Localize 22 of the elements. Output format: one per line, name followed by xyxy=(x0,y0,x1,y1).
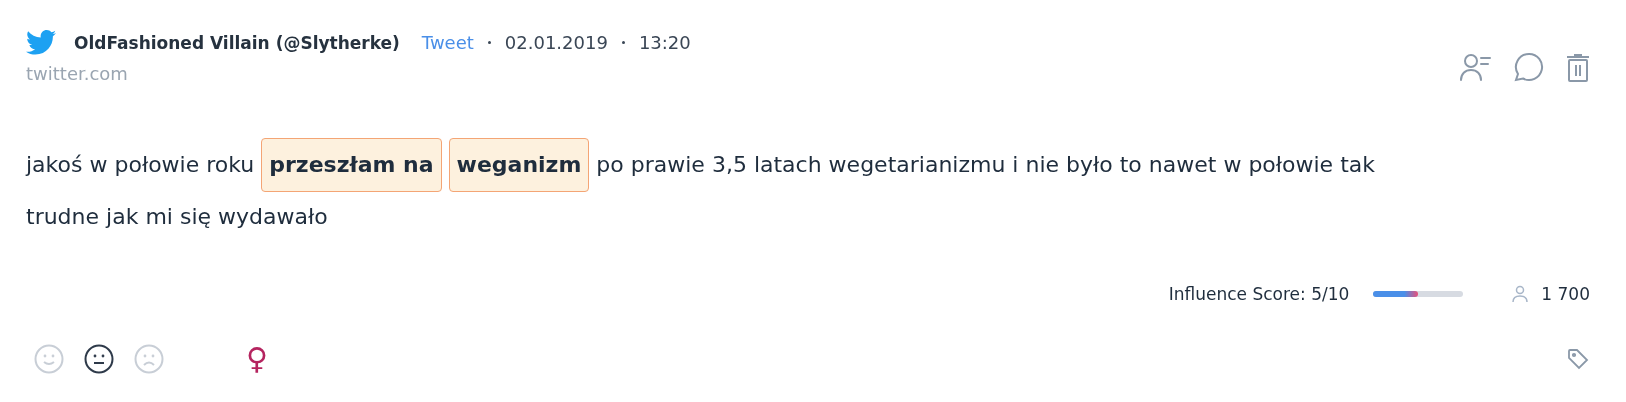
post-text: po prawie 3,5 latach wegetarianizmu i nie było to nawet w połowie tak xyxy=(596,151,1375,179)
sad-face-icon[interactable] xyxy=(134,344,164,374)
smile-icon[interactable] xyxy=(34,344,64,374)
tag-icon[interactable] xyxy=(1566,347,1590,371)
bird-icon xyxy=(26,30,56,55)
gender-symbol[interactable]: ♀ xyxy=(246,344,268,374)
person-icon xyxy=(1511,285,1530,303)
author-name: OldFashioned Villain (@Slytherke) xyxy=(74,32,400,53)
follower-count: 1 700 xyxy=(1541,284,1590,304)
user-list-icon[interactable] xyxy=(1460,53,1492,81)
highlighted-phrase: przeszłam na xyxy=(261,138,442,192)
trash-icon[interactable] xyxy=(1566,52,1590,82)
post-date: 02.01.2019 xyxy=(504,32,608,53)
influence-label: Influence Score: 5/10 xyxy=(1168,284,1350,304)
post-text: trudne jak mi się wydawało xyxy=(26,203,328,231)
post-time: 13:20 xyxy=(638,32,691,53)
comment-icon[interactable] xyxy=(1514,52,1544,82)
source-domain: twitter.com xyxy=(26,63,129,84)
highlighted-phrase: weganizm xyxy=(448,138,590,192)
type-link[interactable]: Tweet xyxy=(421,32,474,53)
neutral-face-icon[interactable] xyxy=(84,344,114,374)
post-text: jakoś w połowie roku xyxy=(26,151,255,179)
